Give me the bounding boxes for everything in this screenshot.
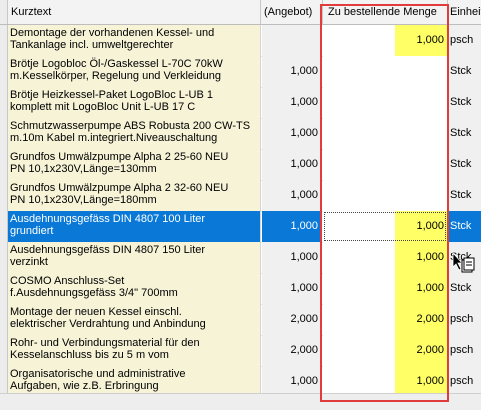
column-header-kurztext[interactable]: Kurztext — [8, 0, 261, 24]
table-row[interactable]: Brötje Logobloc Öl-/Gaskessel L-70C 70kW… — [0, 56, 481, 88]
cell-angebot[interactable]: 1,000 — [262, 273, 322, 304]
row-selector[interactable] — [0, 211, 8, 242]
menge-value: 1,000 — [416, 251, 444, 263]
cell-kurztext[interactable]: COSMO Anschluss-Set f.Ausdehnungsgefäss … — [8, 273, 261, 304]
cell-einheit[interactable]: psch — [448, 335, 481, 366]
menge-value: 1,000 — [416, 282, 444, 294]
cell-angebot[interactable] — [262, 25, 322, 56]
menge-value: 1,000 — [416, 34, 444, 46]
cell-menge[interactable]: 2,000 — [323, 304, 448, 335]
row-selector[interactable] — [0, 56, 8, 87]
table-row[interactable]: COSMO Anschluss-Set f.Ausdehnungsgefäss … — [0, 273, 481, 305]
cell-kurztext[interactable]: Schmutzwasserpumpe ABS Robusta 200 CW-TS… — [8, 118, 261, 149]
cell-angebot[interactable]: 1,000 — [262, 180, 322, 211]
cell-angebot[interactable]: 2,000 — [262, 304, 322, 335]
cell-kurztext[interactable]: Brötje Heizkessel-Paket LogoBloc L-UB 1 … — [8, 87, 261, 118]
table-row[interactable]: Grundfos Umwälzpumpe Alpha 2 25-60 NEU P… — [0, 149, 481, 181]
table-row[interactable]: Demontage der vorhandenen Kessel- und Ta… — [0, 25, 481, 57]
cell-angebot[interactable]: 1,000 — [262, 118, 322, 149]
cell-angebot[interactable]: 1,000 — [262, 56, 322, 87]
cell-menge[interactable]: 1,000 — [323, 242, 448, 273]
cell-angebot[interactable]: 1,000 — [262, 242, 322, 273]
table-row[interactable]: Grundfos Umwälzpumpe Alpha 2 32-60 NEU P… — [0, 180, 481, 212]
cell-einheit[interactable]: Stck — [448, 87, 481, 118]
row-selector[interactable] — [0, 149, 8, 180]
header-row-selector[interactable] — [0, 0, 8, 24]
cell-kurztext[interactable]: Grundfos Umwälzpumpe Alpha 2 32-60 NEU P… — [8, 180, 261, 211]
table-row[interactable]: Ausdehnungsgefäss DIN 4807 150 Liter ver… — [0, 242, 481, 274]
table-row[interactable]: Schmutzwasserpumpe ABS Robusta 200 CW-TS… — [0, 118, 481, 150]
table-row[interactable]: Brötje Heizkessel-Paket LogoBloc L-UB 1 … — [0, 87, 481, 119]
cell-kurztext[interactable]: Montage der neuen Kessel einschl. elektr… — [8, 304, 261, 335]
drag-copy-cursor-icon — [452, 252, 475, 273]
grid-header: Kurztext (Angebot) Zu bestellende Menge … — [0, 0, 481, 25]
row-selector[interactable] — [0, 118, 8, 149]
cell-einheit[interactable]: Stck — [448, 211, 481, 242]
cell-kurztext[interactable]: Ausdehnungsgefäss DIN 4807 150 Liter ver… — [8, 242, 261, 273]
cell-kurztext[interactable]: Brötje Logobloc Öl-/Gaskessel L-70C 70kW… — [8, 56, 261, 87]
cell-einheit[interactable]: Stck — [448, 180, 481, 211]
table-row[interactable]: Ausdehnungsgefäss DIN 4807 100 Liter gru… — [0, 211, 481, 243]
menge-value: 2,000 — [416, 344, 444, 356]
cell-focus-outline — [324, 212, 446, 241]
row-selector[interactable] — [0, 304, 8, 335]
cell-kurztext[interactable]: Grundfos Umwälzpumpe Alpha 2 25-60 NEU P… — [8, 149, 261, 180]
cell-angebot[interactable]: 1,000 — [262, 149, 322, 180]
cell-einheit[interactable]: Stck — [448, 118, 481, 149]
cell-einheit[interactable]: psch — [448, 304, 481, 335]
cell-menge[interactable]: 1,000 — [323, 25, 448, 56]
cell-einheit[interactable]: Stck — [448, 149, 481, 180]
cell-menge[interactable] — [323, 180, 448, 211]
row-selector[interactable] — [0, 242, 8, 273]
row-selector[interactable] — [0, 335, 8, 366]
cell-einheit[interactable]: psch — [448, 25, 481, 56]
cell-menge[interactable]: 2,000 — [323, 335, 448, 366]
cell-angebot[interactable]: 1,000 — [262, 87, 322, 118]
cell-angebot[interactable]: 1,000 — [262, 211, 322, 242]
table-row[interactable]: Rohr- und Verbindungsmaterial für den Ke… — [0, 335, 481, 367]
cell-kurztext[interactable]: Demontage der vorhandenen Kessel- und Ta… — [8, 25, 261, 56]
cell-kurztext[interactable]: Ausdehnungsgefäss DIN 4807 100 Liter gru… — [8, 211, 261, 242]
cell-menge[interactable]: 1,000 — [323, 273, 448, 304]
cell-menge[interactable]: 1,000 — [323, 211, 448, 242]
order-grid: Kurztext (Angebot) Zu bestellende Menge … — [0, 0, 481, 410]
row-selector[interactable] — [0, 25, 8, 56]
row-selector[interactable] — [0, 180, 8, 211]
table-row[interactable]: Montage der neuen Kessel einschl. elektr… — [0, 304, 481, 336]
cell-angebot[interactable]: 2,000 — [262, 335, 322, 366]
cell-kurztext[interactable]: Rohr- und Verbindungsmaterial für den Ke… — [8, 335, 261, 366]
row-selector[interactable] — [0, 273, 8, 304]
cell-einheit[interactable]: Stck — [448, 273, 481, 304]
column-header-einheit[interactable]: Einheit — [448, 0, 481, 24]
menge-value: 2,000 — [416, 313, 444, 325]
cell-menge[interactable] — [323, 56, 448, 87]
cell-menge[interactable] — [323, 149, 448, 180]
row-selector[interactable] — [0, 87, 8, 118]
cell-einheit[interactable]: Stck — [448, 56, 481, 87]
cell-menge[interactable] — [323, 118, 448, 149]
horizontal-scrollbar[interactable] — [0, 393, 481, 410]
cell-menge[interactable] — [323, 87, 448, 118]
column-header-menge[interactable]: Zu bestellende Menge — [323, 0, 448, 24]
column-header-angebot[interactable]: (Angebot) — [262, 0, 323, 24]
